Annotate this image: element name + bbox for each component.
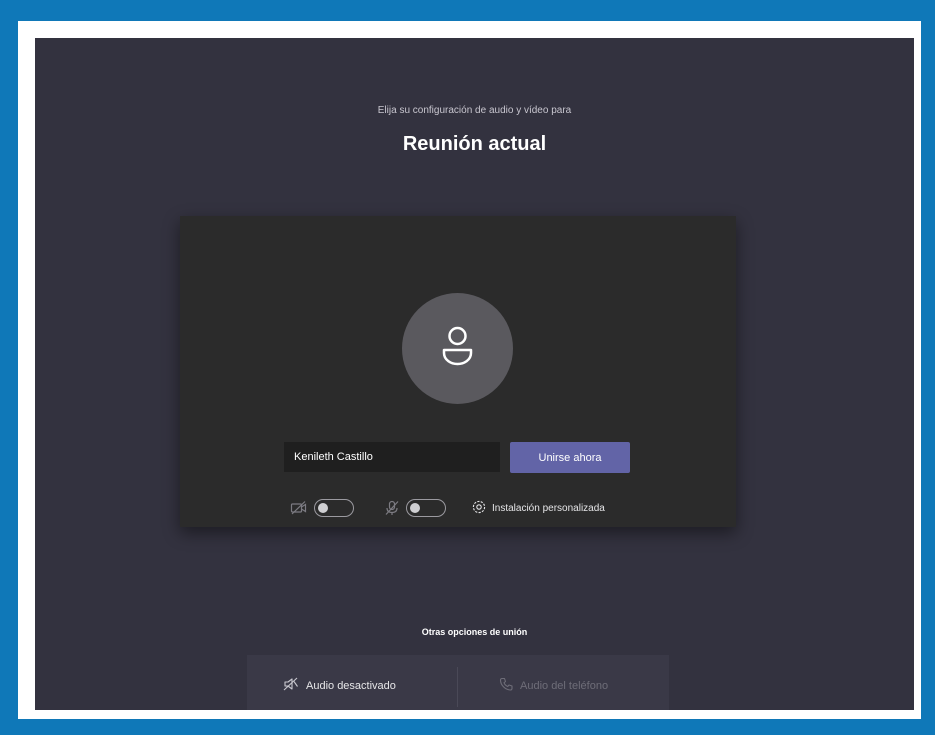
mic-off-icon bbox=[384, 500, 400, 521]
video-preview-card: Unirse ahora bbox=[180, 216, 736, 527]
avatar bbox=[402, 293, 513, 404]
page-title: Reunión actual bbox=[402, 133, 547, 155]
person-icon bbox=[442, 326, 473, 366]
camera-toggle[interactable] bbox=[314, 499, 354, 517]
microphone-toggle-knob bbox=[410, 503, 420, 513]
join-now-button[interactable]: Unirse ahora bbox=[510, 442, 630, 473]
page-subtitle: Elija su configuración de audio y vídeo … bbox=[377, 105, 572, 116]
other-join-options: Audio desactivado Audio del teléfono bbox=[247, 655, 669, 710]
custom-setup-label: Instalación personalizada bbox=[492, 502, 605, 514]
other-join-options-label: Otras opciones de unión bbox=[421, 627, 528, 637]
teams-prejoin-screen: Elija su configuración de audio y vídeo … bbox=[35, 38, 914, 710]
video-off-icon bbox=[290, 500, 308, 521]
phone-audio-label: Audio del teléfono bbox=[520, 679, 609, 692]
speaker-off-icon bbox=[283, 677, 299, 694]
microphone-toggle[interactable] bbox=[406, 499, 446, 517]
audio-off-option[interactable]: Audio desactivado bbox=[283, 677, 396, 694]
audio-off-label: Audio desactivado bbox=[306, 679, 396, 692]
camera-toggle-knob bbox=[318, 503, 328, 513]
phone-audio-option[interactable]: Audio del teléfono bbox=[499, 677, 608, 694]
phone-icon bbox=[499, 677, 513, 694]
option-divider bbox=[457, 667, 458, 707]
name-input[interactable] bbox=[284, 442, 500, 472]
custom-setup-button[interactable]: Instalación personalizada bbox=[472, 498, 605, 518]
gear-icon bbox=[472, 500, 486, 517]
